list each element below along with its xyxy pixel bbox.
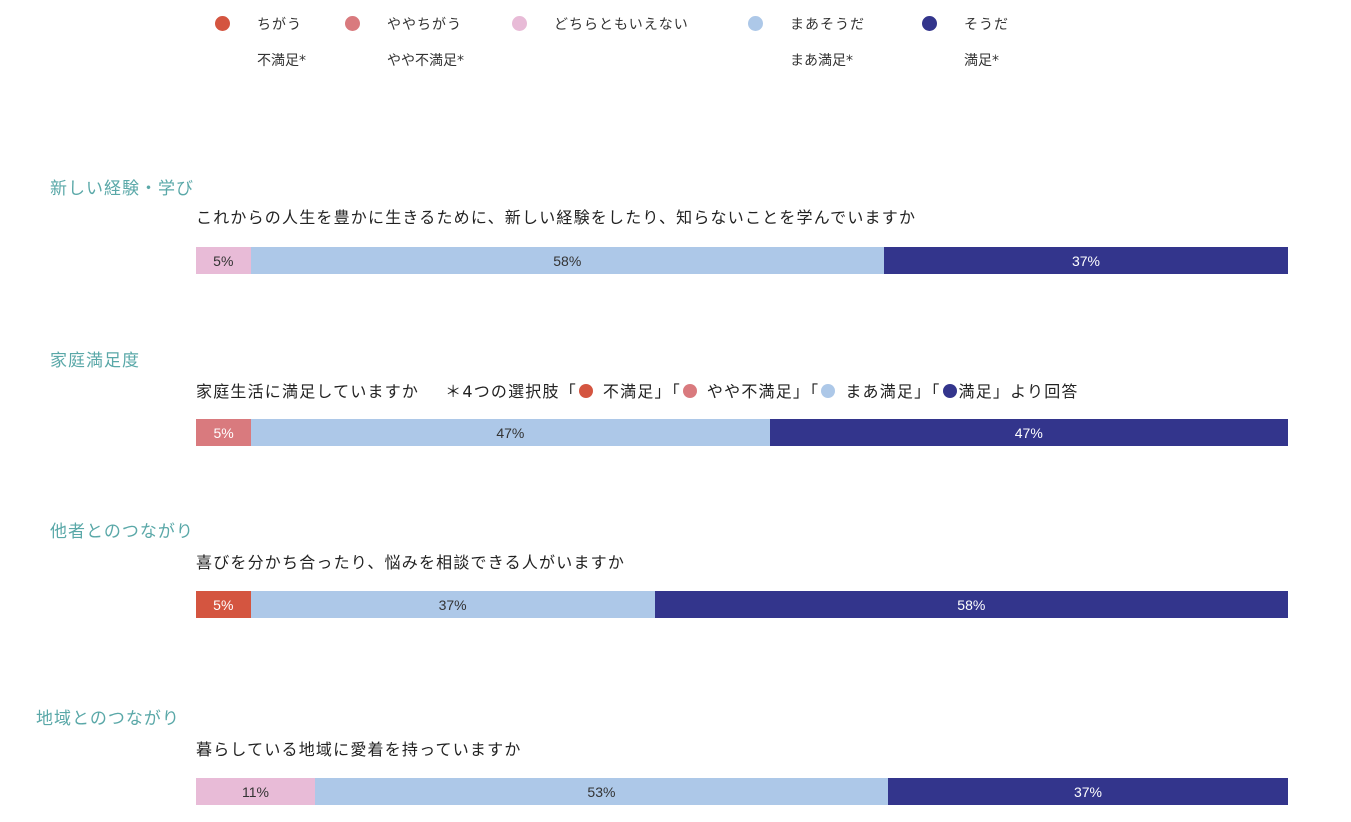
question-main: 家庭生活に満足していますか (196, 382, 420, 401)
bar-value-label: 37% (1073, 783, 1102, 800)
bar-segment: 5% (196, 247, 251, 274)
somewhat-satisfied-dot-icon (821, 384, 836, 398)
question-text: 喜びを分かち合ったり、悩みを相談できる人がいますか (196, 553, 626, 572)
bar-segment: 47% (251, 419, 770, 446)
bar-value-label: 5% (213, 252, 234, 269)
bar-value-label: 11% (241, 783, 269, 800)
legend-label: そうだ (964, 17, 1009, 33)
note-text: 不満足」「 (602, 382, 681, 401)
bar-segment: 5% (196, 419, 252, 446)
legend-sublabel: まあ満足* (790, 53, 853, 69)
stacked-bar: 5% 47% 47% (196, 419, 1288, 446)
bar-value-label: 58% (553, 252, 582, 269)
section-title: 他者とのつながり (50, 522, 194, 542)
bar-segment: 37% (883, 247, 1288, 274)
stacked-bar: 5% 58% 37% (196, 247, 1288, 274)
somewhat-dissatisfied-dot-icon (682, 384, 697, 398)
section-title: 家庭満足度 (50, 351, 140, 371)
legend-sublabel: 不満足* (257, 53, 306, 69)
note-text: やや不満足」「 (706, 382, 820, 401)
bar-segment: 58% (250, 247, 884, 274)
legend-dot-icon (512, 16, 527, 31)
stacked-bar: 11% 53% 37% (196, 778, 1288, 805)
bar-segment: 47% (769, 419, 1288, 446)
legend-label: どちらともいえない (554, 17, 689, 33)
bar-segment: 37% (250, 591, 655, 618)
legend-dot-icon (345, 16, 360, 31)
stacked-bar: 5% 37% 58% (196, 591, 1288, 618)
bar-value-label: 37% (438, 596, 467, 613)
legend-label: ややちがう (387, 17, 462, 33)
question-text: 家庭生活に満足していますか ＊4つの選択肢「 不満足」「 やや不満足」「 まあ満足」「満… (196, 378, 1079, 402)
section-title: 地域とのつながり (36, 709, 180, 729)
legend-label: まあそうだ (790, 17, 865, 33)
bar-segment: 5% (196, 591, 251, 618)
bar-segment: 53% (314, 778, 888, 805)
bar-segment: 37% (887, 778, 1288, 805)
question-text: これからの人生を豊かに生きるために、新しい経験をしたり、知らないことを学んでいま… (196, 208, 917, 227)
bar-value-label: 5% (213, 596, 234, 613)
legend-dot-icon (922, 16, 937, 31)
legend-dot-icon (215, 16, 230, 31)
note-text: まあ満足」「 (845, 382, 941, 401)
legend-sublabel: 満足* (964, 53, 999, 69)
section-title: 新しい経験・学び (50, 179, 194, 199)
bar-value-label: 37% (1071, 252, 1100, 269)
bar-value-label: 47% (496, 424, 525, 441)
dissatisfied-dot-icon (578, 384, 593, 398)
bar-segment: 58% (654, 591, 1288, 618)
bar-value-label: 53% (587, 783, 616, 800)
bar-value-label: 58% (957, 596, 986, 613)
legend-label: ちがう (257, 17, 302, 33)
note-text: ＊4つの選択肢「 (445, 382, 577, 401)
bar-value-label: 5% (213, 424, 234, 441)
question-text: 暮らしている地域に愛着を持っていますか (196, 740, 522, 759)
bar-value-label: 47% (1014, 424, 1043, 441)
satisfied-dot-icon (942, 384, 957, 398)
legend-sublabel: やや不満足* (387, 53, 464, 69)
note-text: 満足」より回答 (958, 382, 1079, 401)
bar-segment: 11% (196, 778, 315, 805)
legend-dot-icon (748, 16, 763, 31)
